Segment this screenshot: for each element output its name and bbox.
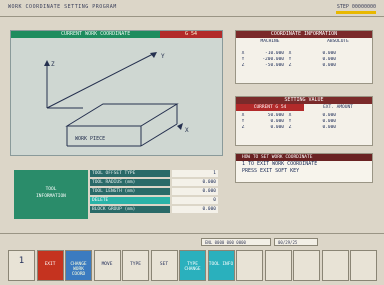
diagram-header-label: CURRENT WORK COORDINATE bbox=[61, 31, 131, 37]
coordinate-row: Z -50.000 Z 0.000 bbox=[236, 63, 372, 69]
z-axis-arrow-icon bbox=[44, 60, 50, 66]
softkey-label: TOOL INFO bbox=[208, 262, 234, 267]
tool-row-label: TOOL OFFSET TYPE bbox=[90, 170, 170, 177]
softkey-9[interactable] bbox=[236, 250, 263, 281]
softkey-4[interactable]: MOVE bbox=[93, 250, 121, 281]
softkey-2[interactable]: EXIT bbox=[36, 250, 64, 281]
tool-row-value[interactable]: 0.000 bbox=[172, 179, 218, 186]
entry-divider bbox=[0, 233, 384, 234]
softkey-label: 1 bbox=[18, 256, 25, 266]
tool-row-label: BLOCK GROUP (mm) bbox=[90, 206, 170, 213]
setting-value-tabs: CURRENT G 54 EXT. AMOUNT bbox=[236, 104, 372, 111]
softkey-label: TYPE bbox=[130, 262, 141, 267]
tool-row-label: TOOL LENGTH (mm) bbox=[90, 188, 170, 195]
instruction-line-1: 1 TO EXIT WORK COORDINATE bbox=[242, 161, 318, 167]
axis-label: Z bbox=[288, 63, 292, 68]
axis-label: Z bbox=[241, 63, 245, 68]
coordinate-drawing: Z Y X WORK PIECE bbox=[44, 52, 189, 147]
softkey-3[interactable]: CHANGE WORK COORD bbox=[65, 250, 92, 281]
setting-value-header: SETTING VALUE bbox=[236, 97, 372, 104]
coordinate-info-header: COORDINATE INFORMATION bbox=[236, 31, 372, 38]
instruction-line-2: PRESS EXIT SOFT KEY bbox=[242, 168, 300, 174]
tool-row-label: TOOL RADIUS (mm) bbox=[90, 179, 170, 186]
position-readout: 00/29/25 bbox=[274, 238, 318, 246]
softkey-5[interactable]: TYPE bbox=[122, 250, 149, 281]
work-piece-bottom-right bbox=[140, 123, 178, 147]
tool-title-line1: TOOL bbox=[45, 187, 57, 192]
ref-point-arrow-icon bbox=[177, 123, 183, 130]
x-axis-label: X bbox=[185, 127, 189, 134]
absolute-value: 0.000 bbox=[322, 63, 336, 68]
softkey-6[interactable]: SET bbox=[150, 250, 178, 281]
softkey-12[interactable] bbox=[321, 250, 349, 281]
tool-row-value[interactable]: 1 bbox=[172, 170, 218, 177]
softkey-8[interactable]: TOOL INFO bbox=[207, 250, 235, 281]
machine-column-header: MACHINE bbox=[260, 39, 280, 44]
instruction-panel: HOW TO SET WORK COORDINATE 1 TO EXIT WOR… bbox=[235, 153, 373, 183]
softkey-13[interactable] bbox=[350, 250, 377, 281]
tool-information-panel: TOOL INFORMATION TOOL OFFSET TYPE 1 TOOL… bbox=[14, 170, 218, 219]
cnc-screen: WORK COORDINATE SETTING PROGRAM STEP 000… bbox=[0, 0, 384, 285]
y-axis-label: Y bbox=[161, 53, 165, 60]
tool-information-title: TOOL INFORMATION bbox=[14, 170, 88, 219]
absolute-column-header: ABSOLUTE bbox=[327, 39, 349, 44]
tool-row-value[interactable]: 0.000 bbox=[172, 206, 218, 213]
softkey-bar: 1 EXIT CHANGE WORK COORD MOVE TYPE SET TYPE CH… bbox=[8, 250, 378, 282]
z-axis-label: Z bbox=[51, 61, 55, 68]
softkey-label: EXIT bbox=[44, 262, 56, 267]
setting-row: Z 0.000 Z 0.000 bbox=[236, 125, 372, 131]
current-value: 0.000 bbox=[270, 125, 284, 130]
tool-row-label: DELETE bbox=[90, 197, 170, 204]
softkey-label: MOVE bbox=[101, 262, 113, 267]
coordinate-info-column-headers: MACHINE ABSOLUTE bbox=[236, 39, 372, 45]
header-divider bbox=[0, 16, 384, 17]
current-coordinate-badge: G 54 bbox=[160, 31, 222, 38]
softkey-10[interactable] bbox=[264, 250, 292, 281]
softkey-7[interactable]: TYPE CHANGE bbox=[179, 250, 206, 281]
ext-value: 0.000 bbox=[322, 125, 336, 130]
instruction-header: HOW TO SET WORK COORDINATE bbox=[236, 154, 372, 161]
window-title: WORK COORDINATE SETTING PROGRAM bbox=[8, 4, 117, 10]
mode-readout: ENL 0000 000 0000 bbox=[201, 238, 271, 246]
status-indicator-bar bbox=[336, 11, 376, 14]
current-coordinate-label: G 54 bbox=[184, 31, 198, 37]
work-piece-top-face bbox=[65, 103, 179, 127]
tool-row-value[interactable]: 0 bbox=[172, 197, 218, 204]
machine-value: -50.000 bbox=[265, 63, 284, 68]
work-piece-label: WORK PIECE bbox=[75, 136, 105, 142]
tab-current-coordinate[interactable]: CURRENT G 54 bbox=[236, 104, 304, 111]
tool-row-value[interactable]: 0.000 bbox=[172, 188, 218, 195]
softkey-label: CHANGE WORK COORD bbox=[70, 262, 87, 277]
clock-readout: STEP 00000000 bbox=[336, 4, 376, 10]
tab-external-amount[interactable]: EXT. AMOUNT bbox=[304, 104, 372, 111]
work-coordinate-diagram: CURRENT WORK COORDINATE G 54 Z Y X WORK … bbox=[10, 30, 223, 156]
softkey-label: TYPE CHANGE bbox=[184, 262, 201, 272]
setting-value-panel: SETTING VALUE CURRENT G 54 EXT. AMOUNT X… bbox=[235, 96, 373, 146]
axis-label: Z bbox=[288, 125, 292, 130]
diagonal-ref-line bbox=[46, 53, 154, 109]
axis-label: Z bbox=[241, 125, 245, 130]
coordinate-info-panel: COORDINATE INFORMATION MACHINE ABSOLUTE … bbox=[235, 30, 373, 84]
softkey-11[interactable] bbox=[293, 250, 320, 281]
softkey-1[interactable]: 1 bbox=[8, 250, 35, 281]
softkey-label: SET bbox=[159, 262, 169, 267]
tool-title-line2: INFORMATION bbox=[36, 194, 66, 199]
